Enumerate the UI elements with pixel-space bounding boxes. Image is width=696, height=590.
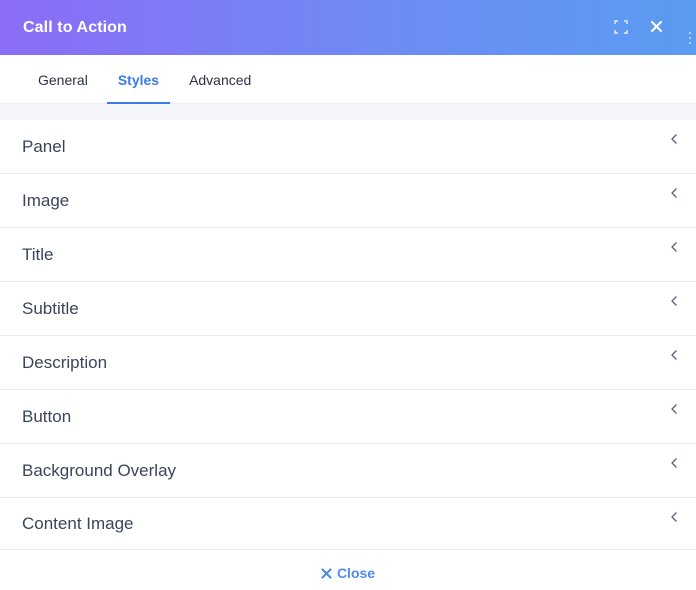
section-title[interactable]: Title	[0, 228, 696, 282]
section-label: Button	[22, 406, 72, 426]
dialog-header: Call to Action	[0, 0, 696, 55]
call-to-action-dialog: Call to Action General Styles Advanced P…	[0, 0, 696, 590]
section-label: Image	[22, 190, 70, 210]
close-icon	[321, 567, 332, 579]
chevron-left-icon	[670, 349, 680, 361]
close-button-label: Close	[336, 565, 376, 581]
chevron-left-icon	[670, 187, 680, 199]
chevron-left-icon	[670, 403, 680, 415]
section-label: Subtitle	[22, 298, 79, 318]
header-actions	[614, 19, 666, 36]
section-subtitle[interactable]: Subtitle	[0, 282, 696, 336]
chevron-left-icon	[670, 133, 680, 145]
tab-general[interactable]: General	[27, 72, 99, 103]
section-label: Description	[22, 352, 108, 372]
expand-icon[interactable]	[614, 19, 630, 36]
resize-handle[interactable]	[689, 32, 693, 46]
close-icon[interactable]	[650, 20, 666, 36]
section-background-overlay[interactable]: Background Overlay	[0, 444, 696, 498]
style-sections-list: Panel Image Title Subtitle Description B…	[0, 120, 696, 550]
section-label: Title	[22, 244, 54, 264]
chevron-left-icon	[670, 295, 680, 307]
tab-bar: General Styles Advanced	[0, 55, 696, 104]
section-panel[interactable]: Panel	[0, 120, 696, 174]
section-label: Panel	[22, 136, 66, 156]
section-description[interactable]: Description	[0, 336, 696, 390]
section-content-image[interactable]: Content Image	[0, 498, 696, 550]
dialog-footer: Close	[0, 551, 696, 590]
tab-advanced[interactable]: Advanced	[178, 72, 262, 103]
section-label: Content Image	[22, 513, 134, 533]
chevron-left-icon	[670, 241, 680, 253]
tab-styles[interactable]: Styles	[106, 72, 171, 104]
chevron-left-icon	[670, 511, 680, 523]
chevron-left-icon	[670, 457, 680, 469]
section-label: Background Overlay	[22, 460, 177, 480]
tab-content-spacer	[0, 104, 696, 120]
close-button[interactable]: Close	[321, 565, 375, 581]
dialog-title: Call to Action	[23, 18, 127, 36]
section-image[interactable]: Image	[0, 174, 696, 228]
section-button[interactable]: Button	[0, 390, 696, 444]
